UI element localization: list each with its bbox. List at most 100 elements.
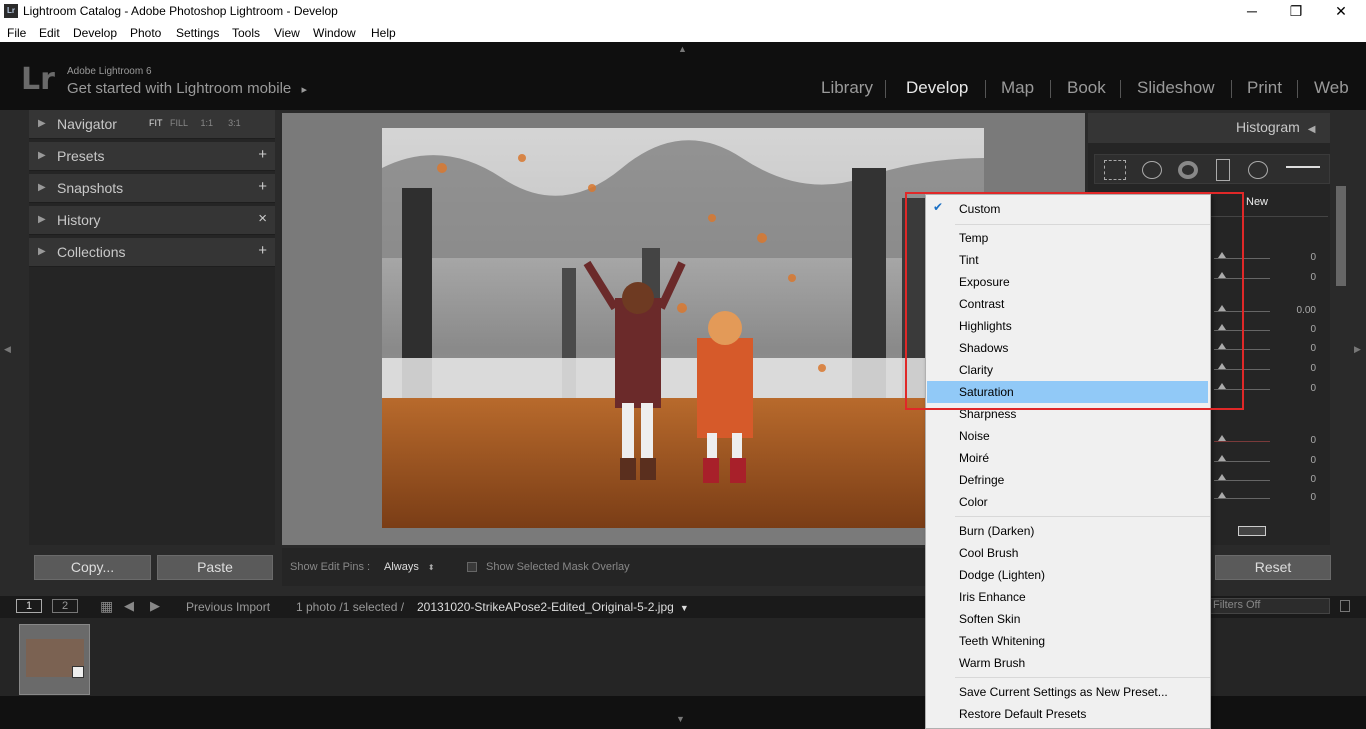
right-panel-scrollbar[interactable]	[1336, 186, 1346, 286]
spot-removal-icon[interactable]	[1142, 161, 1162, 179]
slider-knob[interactable]	[1218, 383, 1226, 389]
adjustment-brush-icon[interactable]	[1286, 166, 1320, 168]
menu-item-restore-presets[interactable]: Restore Default Presets	[959, 707, 1086, 721]
grid-view-icon[interactable]: ▦	[100, 598, 113, 615]
menu-item-noise[interactable]: Noise	[959, 429, 990, 443]
slider-knob[interactable]	[1218, 343, 1226, 349]
close-button[interactable]: ✕	[1318, 0, 1364, 23]
zoom-1-1[interactable]: 1:1	[201, 118, 214, 128]
menu-tools[interactable]: Tools	[232, 26, 260, 40]
color-swatch-icon[interactable]	[1238, 526, 1266, 536]
filter-select[interactable]: Filters Off	[1210, 598, 1330, 614]
maximize-button[interactable]: ❐	[1273, 0, 1319, 23]
slider-knob[interactable]	[1218, 474, 1226, 480]
filename[interactable]: 20131020-StrikeAPose2-Edited_Original-5-…	[417, 600, 689, 614]
module-print[interactable]: Print	[1247, 78, 1282, 98]
slider-track[interactable]	[1214, 349, 1270, 350]
paste-button[interactable]: Paste	[157, 555, 273, 580]
mask-overlay-checkbox[interactable]	[467, 562, 477, 572]
menu-item-warm-brush[interactable]: Warm Brush	[959, 656, 1025, 670]
main-window-button[interactable]: 1	[16, 599, 42, 613]
second-window-button[interactable]: 2	[52, 599, 78, 613]
slider-knob[interactable]	[1218, 455, 1226, 461]
slider-track[interactable]	[1214, 389, 1270, 390]
slider-value[interactable]: 0	[1290, 324, 1316, 335]
menu-item-dodge[interactable]: Dodge (Lighten)	[959, 568, 1045, 582]
module-web[interactable]: Web	[1314, 78, 1349, 98]
radial-filter-icon[interactable]	[1248, 161, 1268, 179]
navigator-zoom-options[interactable]: FIT FILL 1:1 3:1	[149, 118, 241, 128]
slider-knob[interactable]	[1218, 305, 1226, 311]
clear-history-icon[interactable]: ×	[258, 210, 267, 227]
edit-pins-select[interactable]: Always ⬍	[384, 561, 435, 573]
slider-knob[interactable]	[1218, 492, 1226, 498]
slider-track[interactable]	[1214, 278, 1270, 279]
back-arrow-icon[interactable]: ◀	[124, 598, 134, 614]
minimize-button[interactable]: ─	[1229, 0, 1275, 23]
menu-item-temp[interactable]: Temp	[959, 231, 988, 245]
menu-item-save-preset[interactable]: Save Current Settings as New Preset...	[959, 685, 1168, 699]
menu-help[interactable]: Help	[371, 26, 396, 40]
menu-photo[interactable]: Photo	[130, 26, 161, 40]
menu-item-tint[interactable]: Tint	[959, 253, 979, 267]
zoom-3-1[interactable]: 3:1	[228, 118, 241, 128]
menu-item-burn[interactable]: Burn (Darken)	[959, 524, 1034, 538]
slider-value[interactable]: 0	[1290, 252, 1316, 263]
menu-develop[interactable]: Develop	[73, 26, 117, 40]
module-slideshow[interactable]: Slideshow	[1137, 78, 1215, 98]
red-eye-icon[interactable]	[1178, 161, 1198, 179]
menu-item-highlights[interactable]: Highlights	[959, 319, 1012, 333]
module-library[interactable]: Library	[821, 78, 873, 98]
menu-file[interactable]: File	[7, 26, 26, 40]
menu-item-cool-brush[interactable]: Cool Brush	[959, 546, 1018, 560]
slider-knob[interactable]	[1218, 324, 1226, 330]
slider-knob[interactable]	[1218, 252, 1226, 258]
slider-track[interactable]	[1214, 480, 1270, 481]
presets-section[interactable]: ▶ Presets +	[29, 142, 275, 171]
slider-value[interactable]: 0	[1290, 455, 1316, 466]
menu-item-shadows[interactable]: Shadows	[959, 341, 1008, 355]
photo-preview[interactable]	[382, 128, 984, 528]
collapse-top-icon[interactable]: ▲	[678, 44, 687, 54]
collapse-right-icon[interactable]: ▶	[1354, 344, 1361, 355]
add-snapshot-icon[interactable]: +	[258, 178, 267, 195]
slider-knob[interactable]	[1218, 272, 1226, 278]
slider-track[interactable]	[1214, 441, 1270, 442]
menu-edit[interactable]: Edit	[39, 26, 60, 40]
menu-item-custom[interactable]: Custom	[959, 202, 1000, 216]
slider-value[interactable]: 0	[1290, 435, 1316, 446]
filmstrip-source[interactable]: Previous Import	[186, 600, 270, 614]
menu-window[interactable]: Window	[313, 26, 356, 40]
zoom-fit[interactable]: FIT	[149, 118, 163, 128]
menu-item-contrast[interactable]: Contrast	[959, 297, 1004, 311]
mask-overlay-label[interactable]: Show Selected Mask Overlay	[486, 561, 630, 573]
slider-track[interactable]	[1214, 461, 1270, 462]
snapshots-section[interactable]: ▶ Snapshots +	[29, 174, 275, 203]
reset-button[interactable]: Reset	[1215, 555, 1331, 580]
collapse-left-icon[interactable]: ◀	[4, 344, 11, 355]
slider-value[interactable]: 0	[1290, 383, 1316, 394]
crop-overlay-icon[interactable]	[1104, 160, 1126, 180]
filmstrip-thumbnail[interactable]	[19, 624, 90, 695]
menu-view[interactable]: View	[274, 26, 300, 40]
menu-item-teeth-whitening[interactable]: Teeth Whitening	[959, 634, 1045, 648]
slider-value[interactable]: 0	[1290, 363, 1316, 374]
slider-value[interactable]: 0.00	[1290, 305, 1316, 316]
add-preset-icon[interactable]: +	[258, 146, 267, 163]
mobile-tagline[interactable]: Get started with Lightroom mobile ▸	[67, 80, 307, 97]
slider-value[interactable]: 0	[1290, 474, 1316, 485]
menu-item-saturation[interactable]: Saturation	[959, 385, 1014, 399]
history-section[interactable]: ▶ History ×	[29, 206, 275, 235]
slider-track[interactable]	[1214, 258, 1270, 259]
mask-new-button[interactable]: New	[1246, 196, 1268, 208]
menu-settings[interactable]: Settings	[176, 26, 219, 40]
collections-section[interactable]: ▶ Collections +	[29, 238, 275, 267]
filter-lock-icon[interactable]	[1340, 600, 1350, 612]
menu-item-sharpness[interactable]: Sharpness	[959, 407, 1016, 421]
menu-item-color[interactable]: Color	[959, 495, 988, 509]
slider-track[interactable]	[1214, 369, 1270, 370]
collapse-bottom-icon[interactable]: ▼	[676, 714, 685, 724]
copy-button[interactable]: Copy...	[34, 555, 151, 580]
slider-track[interactable]	[1214, 311, 1270, 312]
graduated-filter-icon[interactable]	[1216, 159, 1230, 181]
